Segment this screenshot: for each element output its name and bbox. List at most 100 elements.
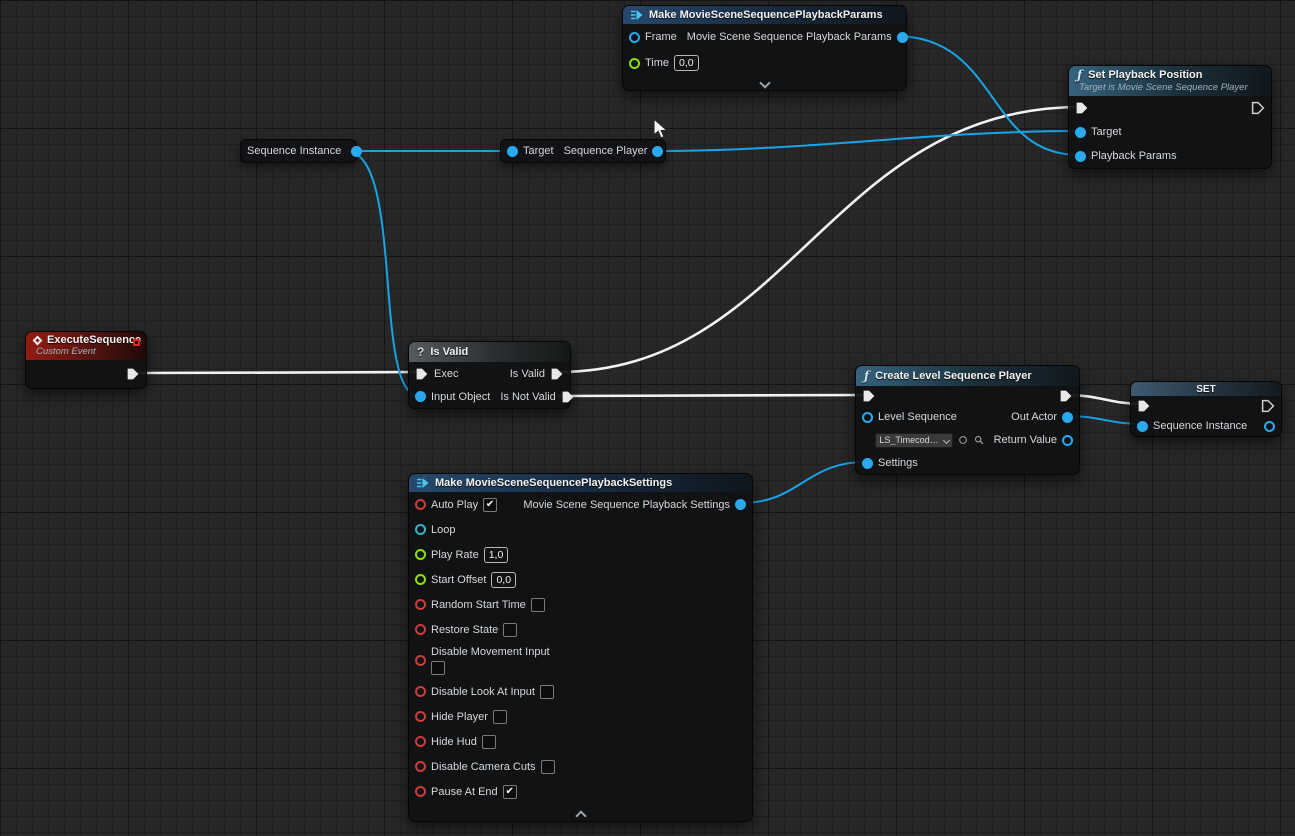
exec-in-pin[interactable] (862, 389, 876, 403)
start-offset-label: Start Offset (431, 574, 486, 586)
auto-play-pin[interactable] (415, 499, 426, 510)
time-pin[interactable] (629, 58, 640, 69)
variable-label: Sequence Instance (247, 145, 341, 157)
node-subtitle: Custom Event (36, 346, 138, 357)
exec-out-pin[interactable] (1059, 389, 1073, 403)
is-not-valid-exec-out-pin[interactable] (561, 390, 575, 404)
hide-player-checkbox[interactable] (493, 710, 507, 724)
disable-movement-input-label: Disable Movement Input (431, 646, 550, 658)
wire-obj-settings-createplayer[interactable] (741, 462, 866, 503)
random-start-time-checkbox[interactable] (531, 598, 545, 612)
hide-hud-pin[interactable] (415, 736, 426, 747)
chevron-down-icon (943, 436, 950, 443)
playback-params-out-pin[interactable] (897, 32, 908, 43)
return-value-label: Return Value (994, 434, 1057, 446)
node-create-level-sequence-player[interactable]: ƒ Create Level Sequence Player Level Seq… (855, 365, 1080, 475)
restore-state-pin[interactable] (415, 624, 426, 635)
restore-state-checkbox[interactable] (503, 623, 517, 637)
is-valid-exec-out-pin[interactable] (550, 367, 564, 381)
node-set-sequence-instance[interactable]: SET Sequence Instance (1130, 381, 1282, 437)
exec-in-pin[interactable] (1075, 101, 1089, 115)
level-sequence-dropdown[interactable]: LS_TimecodePr (875, 433, 953, 448)
node-header: ƒ Set Playback Position Target is Movie … (1069, 66, 1271, 96)
disable-look-at-input-checkbox[interactable] (540, 685, 554, 699)
wire-exec-executesequence-isvalid[interactable] (134, 372, 421, 373)
question-icon: ? (417, 345, 424, 359)
target-label: Target (523, 145, 554, 157)
make-struct-icon (417, 478, 429, 488)
wire-exec-isnotvalid-createplayer[interactable] (558, 395, 868, 396)
browse-asset-icon[interactable] (974, 434, 984, 446)
start-offset-input[interactable]: 0,0 (491, 572, 516, 588)
node-title: Is Valid (430, 346, 468, 358)
auto-play-checkbox[interactable]: ✔ (483, 498, 497, 512)
play-rate-pin[interactable] (415, 549, 426, 560)
exec-out-pin[interactable] (1251, 101, 1265, 115)
loop-pin[interactable] (415, 524, 426, 535)
node-header: Make MovieSceneSequencePlaybackParams (623, 6, 906, 24)
exec-label: Exec (434, 368, 458, 380)
play-rate-label: Play Rate (431, 549, 479, 561)
settings-pin[interactable] (862, 458, 873, 469)
output-label: Movie Scene Sequence Playback Settings (523, 499, 730, 511)
settings-out-pin[interactable] (735, 499, 746, 510)
disable-camera-cuts-checkbox[interactable] (541, 760, 555, 774)
level-sequence-pin[interactable] (862, 412, 873, 423)
hide-player-pin[interactable] (415, 711, 426, 722)
sequence-instance-in-pin[interactable] (1137, 421, 1148, 432)
input-object-label: Input Object (431, 391, 490, 403)
exec-in-pin[interactable] (415, 367, 429, 381)
disable-camera-cuts-pin[interactable] (415, 761, 426, 772)
disable-camera-cuts-label: Disable Camera Cuts (431, 761, 536, 773)
play-rate-input[interactable]: 1,0 (484, 547, 509, 563)
pause-at-end-label: Pause At End (431, 786, 498, 798)
event-editable-badge[interactable] (133, 339, 140, 346)
disable-look-at-input-pin[interactable] (415, 686, 426, 697)
collapse-pins-button[interactable] (623, 76, 906, 90)
sequence-player-out-pin[interactable] (652, 146, 663, 157)
disable-look-at-input-label: Disable Look At Input (431, 686, 535, 698)
exec-out-pin[interactable] (126, 367, 140, 381)
exec-out-pin[interactable] (1261, 399, 1275, 413)
return-value-pin[interactable] (1062, 435, 1073, 446)
time-value-input[interactable]: 0,0 (674, 55, 699, 71)
random-start-time-label: Random Start Time (431, 599, 526, 611)
target-pin[interactable] (1075, 127, 1086, 138)
use-selected-asset-icon[interactable] (958, 434, 968, 446)
node-title: Create Level Sequence Player (875, 370, 1032, 382)
playback-params-label: Playback Params (1091, 150, 1177, 162)
node-execute-sequence-event[interactable]: ExecuteSequence Custom Event (25, 331, 147, 389)
node-get-sequence-player[interactable]: Target Sequence Player (500, 139, 666, 163)
disable-movement-input-checkbox[interactable] (431, 661, 445, 675)
is-not-valid-label: Is Not Valid (500, 391, 555, 403)
disable-movement-input-pin[interactable] (415, 655, 426, 666)
random-start-time-pin[interactable] (415, 599, 426, 610)
level-sequence-label: Level Sequence (878, 411, 957, 423)
node-is-valid[interactable]: ? Is Valid Exec Is Valid Input Object Is… (408, 341, 571, 409)
exec-in-pin[interactable] (1137, 399, 1151, 413)
hide-hud-checkbox[interactable] (482, 735, 496, 749)
input-object-pin[interactable] (415, 391, 426, 402)
pause-at-end-pin[interactable] (415, 786, 426, 797)
frame-pin[interactable] (629, 32, 640, 43)
blueprint-graph-canvas[interactable]: Make MovieSceneSequencePlaybackParams Fr… (0, 0, 1295, 836)
collapse-pins-button[interactable] (409, 804, 752, 821)
pause-at-end-checkbox[interactable]: ✔ (503, 785, 517, 799)
node-subtitle: Target is Movie Scene Sequence Player (1079, 82, 1263, 93)
function-icon: ƒ (1077, 68, 1082, 82)
playback-params-pin[interactable] (1075, 151, 1086, 162)
out-actor-pin[interactable] (1062, 412, 1073, 423)
sequence-instance-out-pin[interactable] (351, 146, 362, 157)
node-title: ExecuteSequence (47, 334, 141, 346)
value-out-pin[interactable] (1264, 421, 1275, 432)
node-make-playback-params[interactable]: Make MovieSceneSequencePlaybackParams Fr… (622, 5, 907, 91)
node-set-playback-position[interactable]: ƒ Set Playback Position Target is Movie … (1068, 65, 1272, 169)
wire-obj-sequenceplayer-target[interactable] (654, 131, 1079, 151)
node-get-sequence-instance[interactable]: Sequence Instance (240, 139, 357, 163)
node-make-playback-settings[interactable]: Make MovieSceneSequencePlaybackSettings … (408, 473, 753, 822)
time-label: Time (645, 57, 669, 69)
chevron-down-icon (759, 77, 770, 88)
node-header: ExecuteSequence Custom Event (26, 332, 146, 360)
target-pin[interactable] (507, 146, 518, 157)
start-offset-pin[interactable] (415, 574, 426, 585)
